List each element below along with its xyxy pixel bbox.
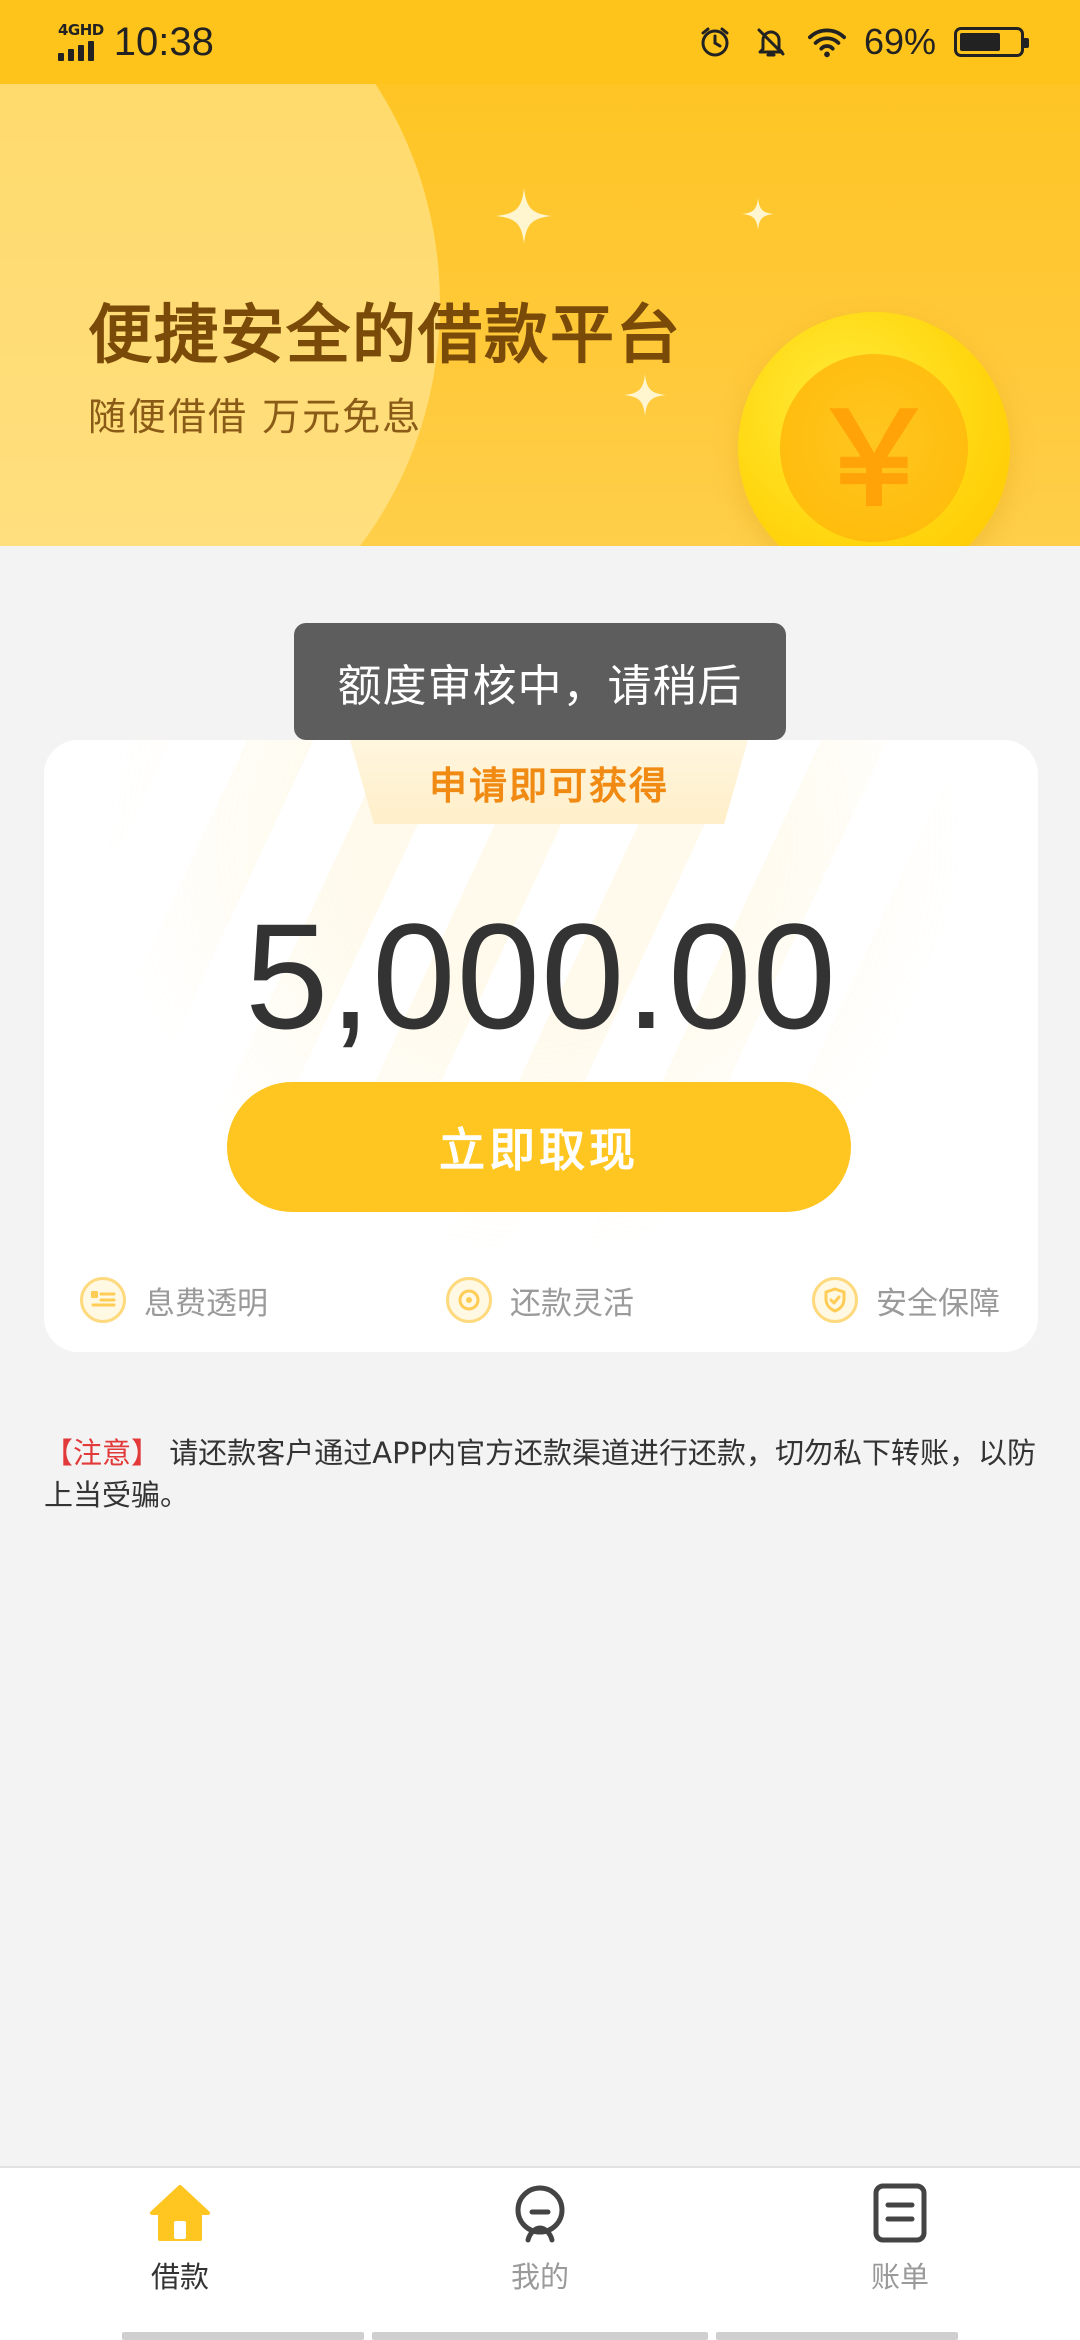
flexible-repay-icon [446,1277,492,1323]
coin-icon: ￥ [738,312,1010,546]
battery-level [960,33,1001,51]
bottom-nav: 借款 我的 账单 [0,2166,1080,2340]
nav-label-mine: 我的 [510,2260,569,2294]
feature-list: 息费透明 还款灵活 安全保障 [44,1265,1038,1335]
status-left: 4GHD 10:38 [58,20,214,65]
sparkle-icon [742,198,774,230]
ribbon-label: 申请即可获得 [428,763,669,808]
nav-item-borrow[interactable]: 借款 [60,2180,300,2296]
signal-icon [58,41,94,61]
gesture-bar [372,2332,708,2340]
loan-amount: 5,000.00 [245,892,837,1060]
sparkle-icon [496,188,552,244]
notice-text: 请还款客户通过APP内官方还款渠道进行还款，切勿私下转账，以防上当受骗。 [44,1436,1037,1512]
loan-card: 申请即可获得 5,000.00 立即取现 息费透明 还款灵活 安全保障 [44,740,1038,1352]
feature-label: 安全保障 [876,1285,1000,1322]
status-time: 10:38 [113,19,214,64]
feature-item: 安全保障 [812,1277,1000,1323]
nav-item-mine[interactable]: 我的 [420,2180,660,2296]
promo-banner[interactable]: 便捷安全的借款平台 随便借借 万元免息 ￥ [0,84,1080,546]
feature-item: 还款灵活 [446,1277,634,1323]
yen-symbol: ￥ [808,383,939,535]
status-right: 69% [696,21,1029,63]
alarm-icon [696,23,734,61]
nav-label-borrow: 借款 [150,2260,209,2294]
banner-title: 便捷安全的借款平台 [88,299,682,373]
sparkle-icon [624,374,666,416]
gesture-bar [122,2332,364,2340]
network-indicator: 4GHD [58,23,104,61]
nav-label-bill: 账单 [870,2260,929,2294]
battery-icon [954,27,1029,57]
battery-percent: 69% [863,21,936,62]
nav-item-bill[interactable]: 账单 [780,2180,1020,2296]
shield-check-icon [812,1277,858,1323]
mute-bell-icon [752,23,790,61]
feature-label: 还款灵活 [510,1285,634,1322]
wifi-icon [807,23,846,61]
banner-subtitle: 随便借借 万元免息 [88,395,423,439]
coin-face: ￥ [780,354,968,542]
bill-icon [867,2180,933,2246]
repayment-notice: 【注意】 请还款客户通过APP内官方还款渠道进行还款，切勿私下转账，以防上当受骗… [44,1432,1038,1516]
fee-list-icon [80,1277,126,1323]
notice-tag: 【注意】 [44,1436,161,1470]
toast-message: 额度审核中，请稍后 [294,623,786,740]
home-icon [147,2180,213,2246]
feature-label: 息费透明 [144,1285,268,1322]
gesture-bar [716,2332,958,2340]
status-bar: 4GHD 10:38 69% [0,0,1080,84]
network-type: 4GHD [58,21,104,39]
user-icon [507,2180,573,2246]
ribbon: 申请即可获得 [350,740,748,824]
feature-item: 息费透明 [80,1277,268,1323]
withdraw-button[interactable]: 立即取现 [227,1082,851,1212]
